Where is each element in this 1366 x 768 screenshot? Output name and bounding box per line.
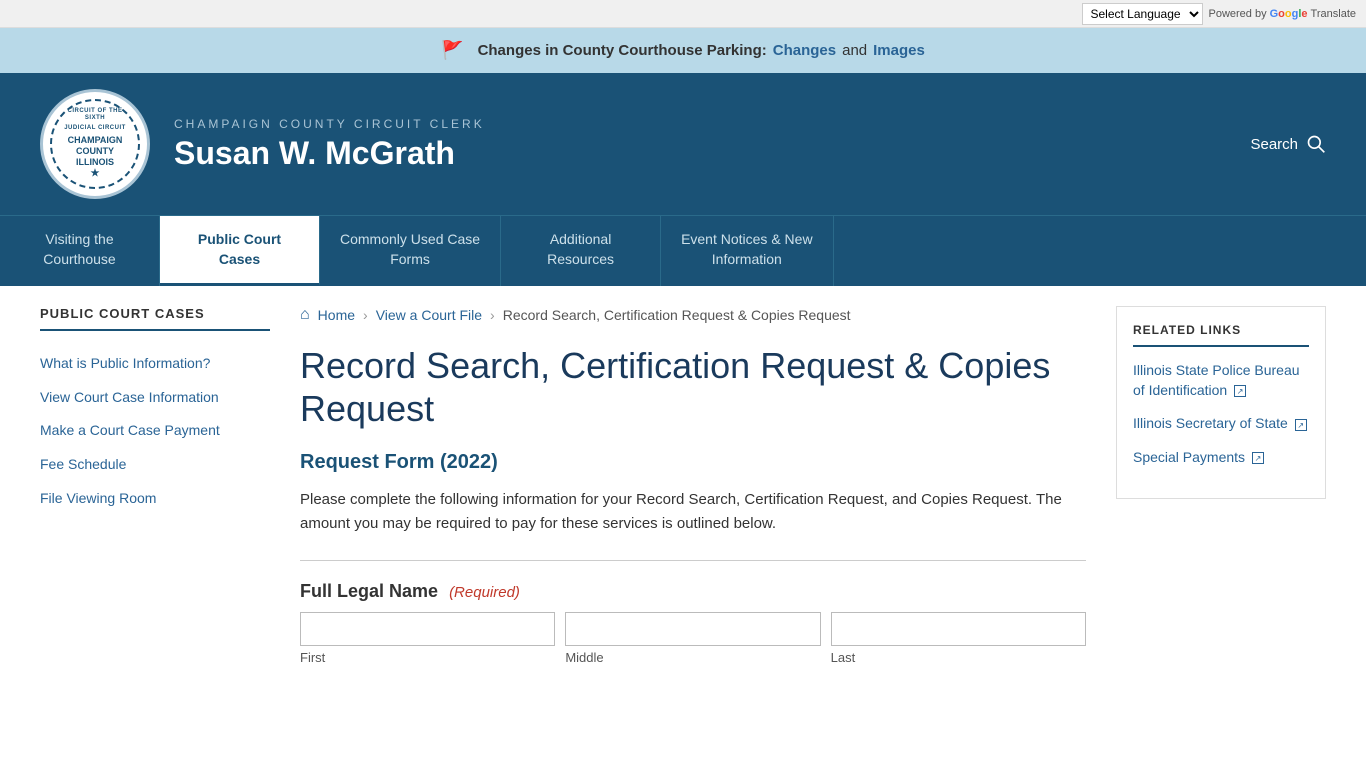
- breadcrumb-sep2: ›: [490, 307, 495, 323]
- powered-by: Powered by Google Translate: [1209, 8, 1357, 20]
- form-label: Full Legal Name (Required): [300, 581, 1086, 602]
- first-name-field: First: [300, 612, 555, 665]
- content-wrapper: PUBLIC COURT CASES What is Public Inform…: [0, 286, 1366, 684]
- last-name-field: Last: [831, 612, 1086, 665]
- nav-additional-resources[interactable]: AdditionalResources: [501, 216, 661, 286]
- breadcrumb-home[interactable]: Home: [318, 307, 355, 323]
- logo-inner: CIRCUIT OF THE SIXTH JUDICIAL CIRCUIT CH…: [50, 99, 140, 189]
- nav-public-court-cases[interactable]: Public CourtCases: [160, 216, 320, 286]
- sidebar-item-file-viewing[interactable]: File Viewing Room: [40, 482, 270, 516]
- middle-label: Middle: [565, 650, 820, 665]
- announcement-prefix: Changes in County Courthouse Parking:: [478, 42, 767, 59]
- translate-widget[interactable]: Select Language Powered by Google Transl…: [1082, 3, 1357, 25]
- images-link[interactable]: Images: [873, 42, 925, 59]
- site-header: CIRCUIT OF THE SIXTH JUDICIAL CIRCUIT CH…: [0, 73, 1366, 215]
- nav-visiting-courthouse[interactable]: Visiting theCourthouse: [0, 216, 160, 286]
- nav-commonly-used-forms[interactable]: Commonly Used CaseForms: [320, 216, 501, 286]
- top-bar: Select Language Powered by Google Transl…: [0, 0, 1366, 28]
- required-indicator: (Required): [449, 584, 520, 601]
- divider: [300, 560, 1086, 561]
- main-nav: Visiting theCourthouse Public CourtCases…: [0, 215, 1366, 286]
- search-button[interactable]: Search: [1250, 134, 1326, 154]
- description: Please complete the following informatio…: [300, 488, 1086, 536]
- flag-icon: 🚩: [441, 40, 463, 61]
- breadcrumb-view-court-file[interactable]: View a Court File: [376, 307, 482, 323]
- sidebar-item-court-case-payment[interactable]: Make a Court Case Payment: [40, 414, 270, 448]
- nav-event-notices[interactable]: Event Notices & NewInformation: [661, 216, 834, 286]
- related-link-1[interactable]: Illinois State Police Bureau of Identifi…: [1133, 361, 1309, 400]
- breadcrumb: ⌂ Home › View a Court File › Record Sear…: [300, 306, 1086, 324]
- changes-link[interactable]: Changes: [773, 42, 836, 59]
- clerk-title: CHAMPAIGN COUNTY CIRCUIT CLERK: [174, 117, 485, 131]
- header-text: CHAMPAIGN COUNTY CIRCUIT CLERK Susan W. …: [174, 117, 485, 172]
- related-link-2[interactable]: Illinois Secretary of State ↗: [1133, 414, 1309, 434]
- middle-name-field: Middle: [565, 612, 820, 665]
- sidebar-item-fee-schedule[interactable]: Fee Schedule: [40, 448, 270, 482]
- search-icon: [1306, 134, 1326, 154]
- name-fields: First Middle Last: [300, 612, 1086, 665]
- external-icon-2: ↗: [1295, 419, 1307, 431]
- last-name-input[interactable]: [831, 612, 1086, 646]
- language-select[interactable]: Select Language: [1082, 3, 1203, 25]
- announcement-banner: 🚩 Changes in County Courthouse Parking: …: [0, 28, 1366, 73]
- sidebar-item-public-info[interactable]: What is Public Information?: [40, 347, 270, 381]
- page-title: Record Search, Certification Request & C…: [300, 344, 1086, 430]
- section-title: Request Form (2022): [300, 451, 1086, 474]
- home-icon: ⌂: [300, 306, 310, 324]
- nav-spacer: [834, 216, 1366, 286]
- middle-name-input[interactable]: [565, 612, 820, 646]
- sidebar-nav: What is Public Information? View Court C…: [40, 347, 270, 515]
- main-content: ⌂ Home › View a Court File › Record Sear…: [300, 306, 1086, 664]
- search-label: Search: [1250, 136, 1298, 153]
- related-link-3[interactable]: Special Payments ↗: [1133, 448, 1309, 468]
- logo: CIRCUIT OF THE SIXTH JUDICIAL CIRCUIT CH…: [40, 89, 150, 199]
- external-icon-3: ↗: [1252, 452, 1264, 464]
- breadcrumb-current: Record Search, Certification Request & C…: [503, 307, 851, 323]
- sidebar-title: PUBLIC COURT CASES: [40, 306, 270, 331]
- header-left: CIRCUIT OF THE SIXTH JUDICIAL CIRCUIT CH…: [40, 89, 485, 199]
- first-name-input[interactable]: [300, 612, 555, 646]
- first-label: First: [300, 650, 555, 665]
- sidebar: PUBLIC COURT CASES What is Public Inform…: [40, 306, 270, 664]
- related-links-title: RELATED LINKS: [1133, 323, 1309, 347]
- breadcrumb-sep1: ›: [363, 307, 368, 323]
- external-icon-1: ↗: [1234, 385, 1246, 397]
- last-label: Last: [831, 650, 1086, 665]
- site-name: Susan W. McGrath: [174, 135, 485, 172]
- sidebar-item-court-case-info[interactable]: View Court Case Information: [40, 381, 270, 415]
- and-text: and: [842, 42, 867, 59]
- related-links-panel: RELATED LINKS Illinois State Police Bure…: [1116, 306, 1326, 498]
